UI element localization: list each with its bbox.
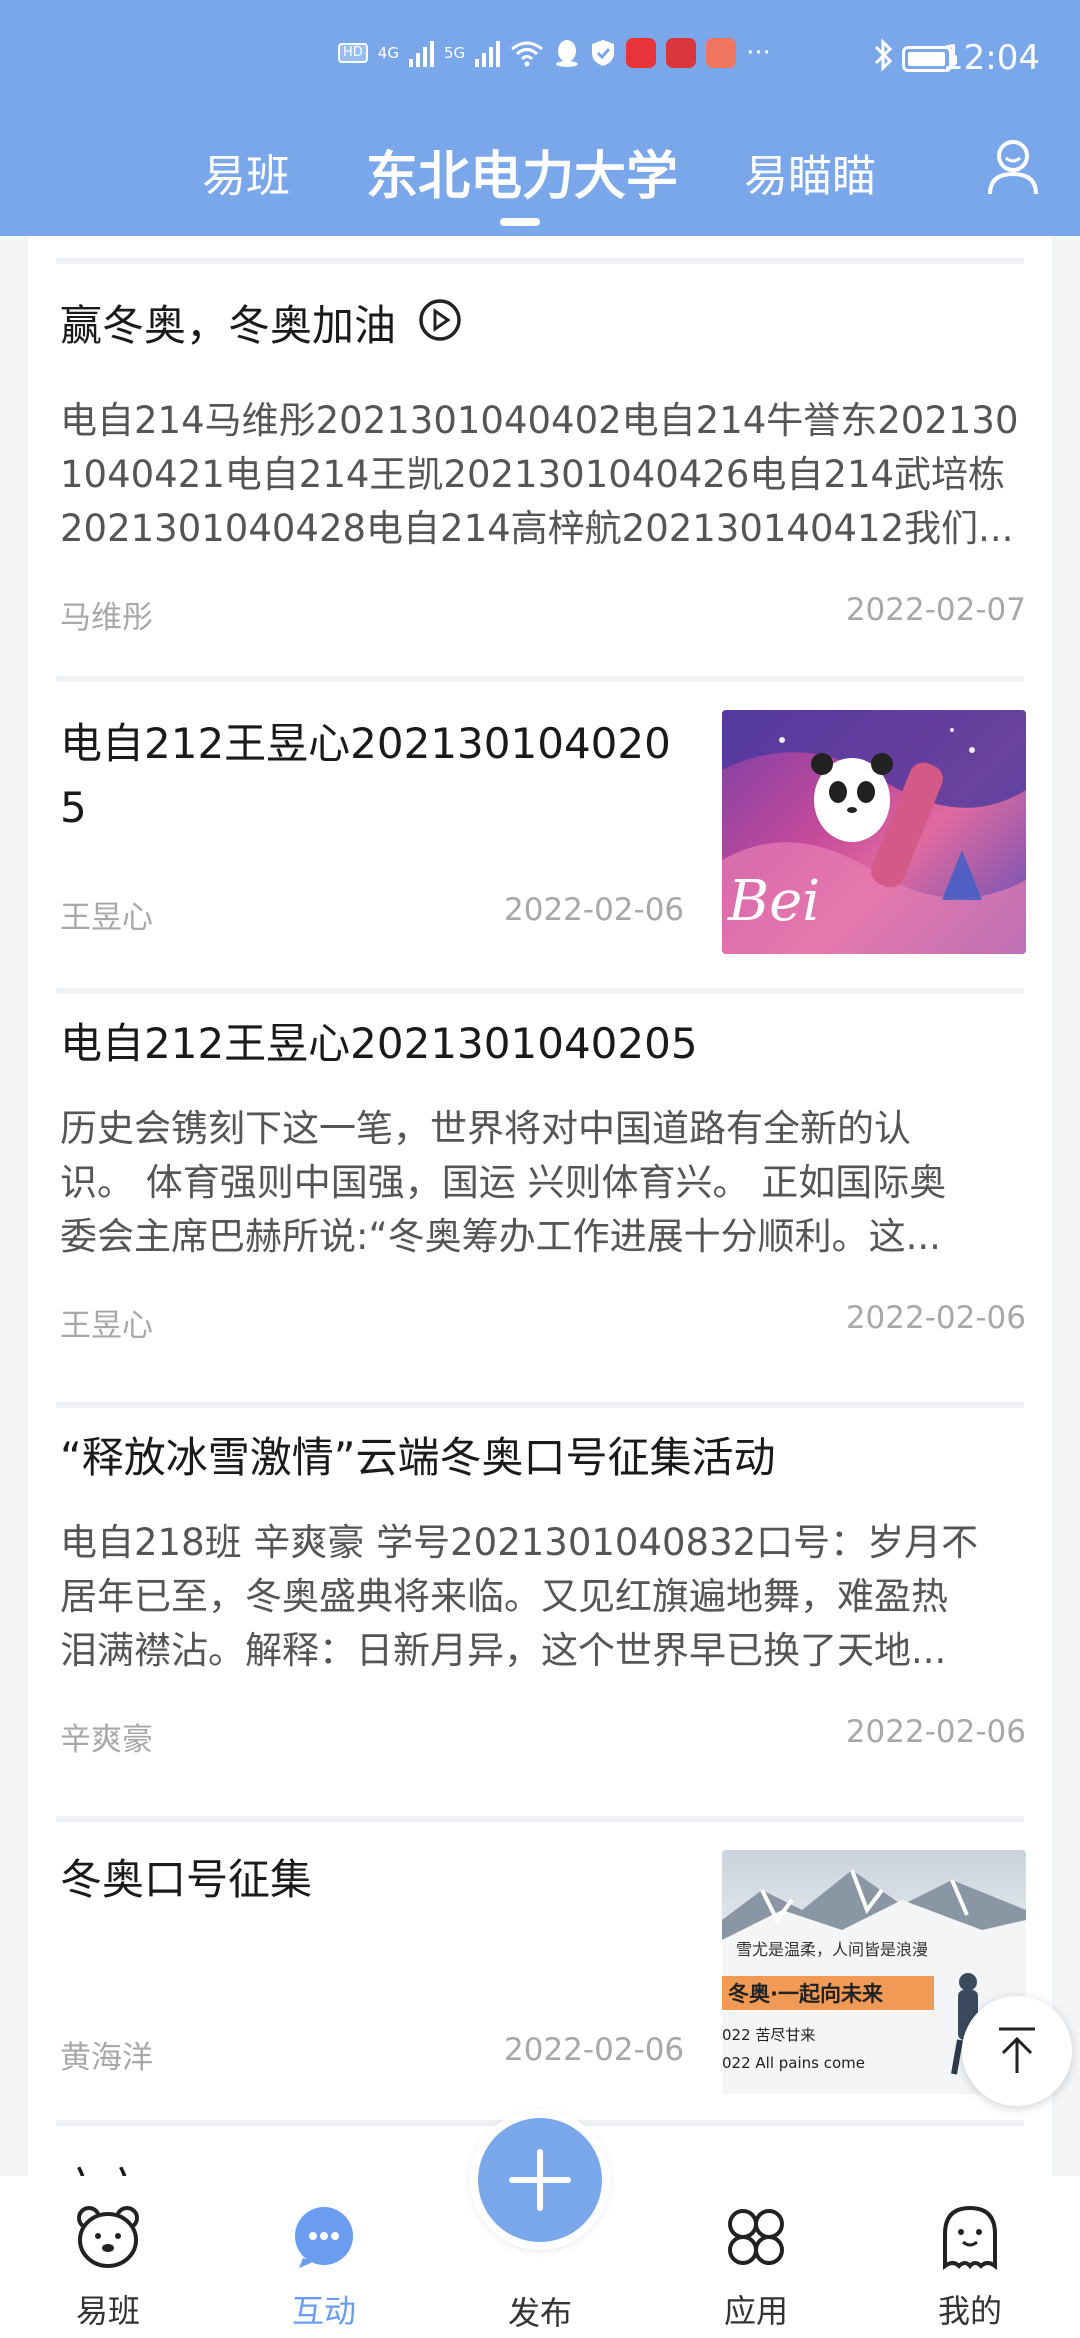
app-notification-icon-2 bbox=[666, 38, 697, 68]
post-title: 冬奥口号征集 bbox=[60, 1855, 313, 1904]
post-card[interactable]: “释放冰雪激情”云端冬奥口号征集活动 电自218班 辛爽豪 学号20213010… bbox=[28, 1408, 1052, 1818]
wifi-icon bbox=[510, 39, 544, 67]
tab-yimiaomiao[interactable]: 易瞄瞄 bbox=[744, 140, 876, 204]
more-notifications-icon: ··· bbox=[746, 38, 771, 68]
nav-label: 应用 bbox=[723, 2292, 788, 2330]
status-time: 12:04 bbox=[942, 38, 1040, 78]
chat-bubble-icon bbox=[295, 2207, 353, 2268]
video-icon bbox=[417, 297, 463, 361]
signal-icon bbox=[408, 39, 434, 67]
user-profile-icon[interactable] bbox=[986, 138, 1040, 198]
status-bar: HD 4G 5G ··· 12:04 bbox=[0, 0, 1080, 120]
excerpt-line: 电自214马维彤2021301040402电自214牛誉东202130 bbox=[60, 399, 1019, 442]
post-date: 2022-02-07 bbox=[845, 592, 1026, 628]
thumbnail-text: 022 All pains come bbox=[722, 2054, 865, 2072]
post-feed: 赢冬奥，冬奥加油 电自214马维彤2021301040402电自214牛誉东20… bbox=[28, 236, 1052, 2176]
bear-icon bbox=[77, 2206, 139, 2268]
app-notification-icon-3 bbox=[706, 38, 737, 68]
post-title-line: 5 bbox=[60, 783, 87, 832]
post-date: 2022-02-06 bbox=[504, 2032, 685, 2068]
hd-icon: HD bbox=[338, 43, 368, 63]
post-title: 电自212王昱心2021301040205 bbox=[60, 1019, 698, 1068]
publish-button[interactable] bbox=[470, 2110, 610, 2250]
post-excerpt: 电自214马维彤2021301040402电自214牛誉东202130 1040… bbox=[60, 394, 1026, 556]
plus-icon bbox=[509, 2149, 571, 2211]
post-card[interactable]: 电自212王昱心2021301040205 历史会镌刻下这一笔，世界将对中国道路… bbox=[28, 994, 1052, 1404]
excerpt-line: 委会主席巴赫所说:“冬奥筹办工作进展十分顺利。这... bbox=[60, 1215, 941, 1258]
post-thumbnail[interactable]: Bei bbox=[722, 710, 1026, 954]
excerpt-line: 电自218班 辛爽豪 学号2021301040832口号：岁月不 bbox=[60, 1521, 979, 1564]
excerpt-line: 1040421电自214王凯2021301040426电自214武培栋 bbox=[60, 453, 1006, 496]
post-title-partial[interactable]: 六六 bbox=[60, 2156, 144, 2176]
tab-yiban[interactable]: 易班 bbox=[202, 140, 290, 204]
post-date: 2022-02-06 bbox=[845, 1300, 1026, 1336]
post-title: 电自212王昱心202130104020 5 bbox=[60, 712, 671, 840]
post-excerpt: 电自218班 辛爽豪 学号2021301040832口号：岁月不 居年已至，冬奥… bbox=[60, 1516, 1026, 1678]
header-tabs: 易班 东北电力大学 易瞄瞄 bbox=[0, 130, 1080, 230]
post-title-text: 赢冬奥，冬奥加油 bbox=[60, 301, 397, 350]
post-author: 辛爽豪 bbox=[60, 1722, 153, 1758]
app-header: HD 4G 5G ··· 12:04 易班 东北电力大学 易瞄瞄 bbox=[0, 0, 1080, 236]
arrow-up-icon bbox=[999, 2027, 1035, 2073]
thumbnail-text: 雪尤是温柔，人间皆是浪漫 bbox=[736, 1940, 928, 1959]
network-5g-label: 5G bbox=[443, 44, 466, 62]
qq-icon bbox=[554, 38, 580, 68]
excerpt-line: 识。 体育强则中国强，国运 兴则体育兴。 正如国际奥 bbox=[60, 1161, 947, 1204]
excerpt-line: 居年已至，冬奥盛典将来临。又见红旗遍地舞，难盈热 bbox=[60, 1575, 948, 1618]
app-notification-icon-1 bbox=[626, 38, 657, 68]
thumbnail-text: 冬奥·一起向未来 bbox=[728, 1982, 884, 2006]
post-author: 王昱心 bbox=[60, 1308, 153, 1344]
tab-nepu[interactable]: 东北电力大学 bbox=[366, 134, 678, 209]
post-date: 2022-02-06 bbox=[504, 892, 685, 928]
post-author: 马维彤 bbox=[60, 600, 153, 636]
active-tab-indicator bbox=[500, 218, 540, 226]
nav-interact[interactable]: 互动 bbox=[254, 2202, 394, 2332]
nav-label: 互动 bbox=[291, 2292, 356, 2330]
excerpt-line: 泪满襟沾。解释：日新月异，这个世界早已换了天地... bbox=[60, 1629, 947, 1672]
network-4g-label: 4G bbox=[377, 44, 399, 62]
post-title: 赢冬奥，冬奥加油 bbox=[60, 294, 463, 361]
post-excerpt: 历史会镌刻下这一笔，世界将对中国道路有全新的认 识。 体育强则中国强，国运 兴则… bbox=[60, 1102, 1026, 1264]
thumbnail-text: 022 苦尽甘来 bbox=[722, 2026, 815, 2044]
post-title: “释放冰雪激情”云端冬奥口号征集活动 bbox=[60, 1433, 776, 1482]
post-card[interactable]: 电自212王昱心202130104020 5 王昱心 2022-02-06 Be… bbox=[28, 682, 1052, 986]
post-title-line: 电自212王昱心202130104020 bbox=[60, 719, 671, 768]
nav-label: 易班 bbox=[75, 2292, 140, 2330]
post-card[interactable]: 冬奥口号征集 黄海洋 2022-02-06 雪尤是温柔，人间皆是浪漫 冬奥·一起… bbox=[28, 1822, 1052, 2132]
profile-ghost-icon bbox=[943, 2205, 997, 2270]
excerpt-line: 历史会镌刻下这一笔，世界将对中国道路有全新的认 bbox=[60, 1107, 911, 1150]
post-author: 王昱心 bbox=[60, 900, 153, 936]
apps-grid-icon bbox=[728, 2209, 784, 2265]
post-date: 2022-02-06 bbox=[845, 1714, 1026, 1750]
post-card[interactable]: 赢冬奥，冬奥加油 电自214马维彤2021301040402电自214牛誉东20… bbox=[28, 236, 1052, 676]
status-icons: HD 4G 5G ··· bbox=[338, 38, 771, 68]
back-to-top-button[interactable] bbox=[962, 1996, 1072, 2106]
excerpt-line: 2021301040428电自214高梓航202130140412我们... bbox=[60, 507, 1014, 550]
publish-label: 发布 bbox=[507, 2294, 572, 2332]
nav-yiban[interactable]: 易班 bbox=[38, 2202, 178, 2332]
nav-label: 我的 bbox=[937, 2292, 1002, 2330]
bluetooth-icon bbox=[872, 38, 894, 80]
post-author: 黄海洋 bbox=[60, 2040, 153, 2076]
nav-apps[interactable]: 应用 bbox=[686, 2202, 826, 2332]
shield-icon bbox=[590, 38, 616, 68]
signal-icon-2 bbox=[475, 39, 501, 67]
nav-me[interactable]: 我的 bbox=[900, 2202, 1040, 2332]
thumbnail-text: Bei bbox=[727, 869, 820, 934]
